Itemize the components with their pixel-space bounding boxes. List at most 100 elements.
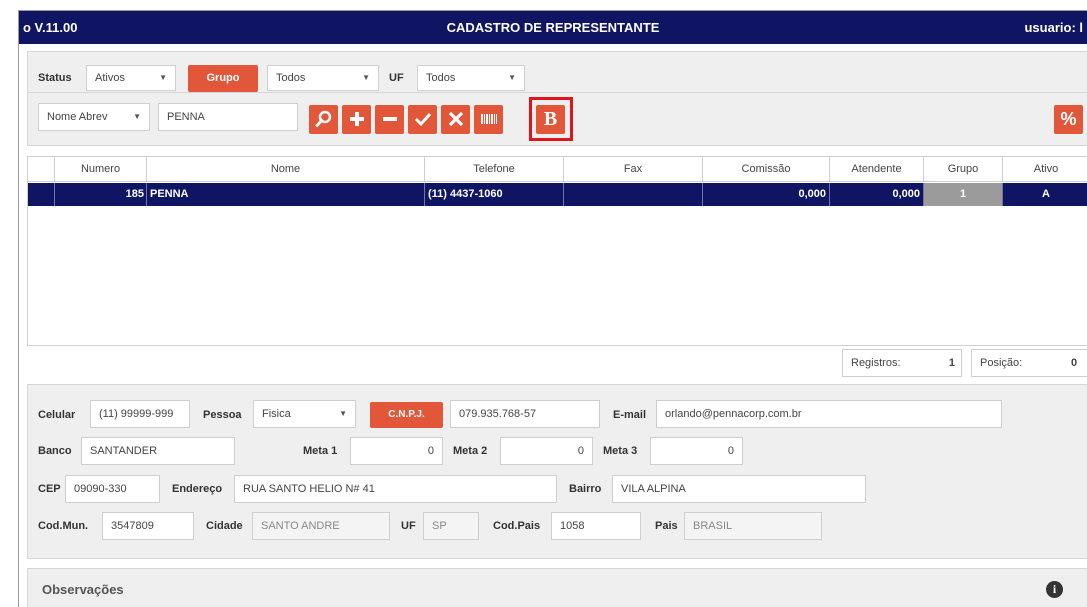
x-icon [448,111,463,127]
chevron-down-icon: ▼ [159,73,167,82]
column-header-grupo[interactable]: Grupo [924,157,1003,182]
status-label: Status [38,72,72,84]
representante-form: Celular (11) 99999-999 Pessoa Fisica ▼ C… [27,384,1087,559]
pessoa-label: Pessoa [203,409,242,421]
check-icon [414,112,431,127]
meta2-label: Meta 2 [453,445,488,457]
percent-button[interactable]: % [1054,105,1083,134]
banco-label: Banco [38,445,72,457]
barcode-icon [480,114,497,124]
meta3-label: Meta 3 [603,445,638,457]
pessoa-select[interactable]: Fisica ▼ [253,400,356,428]
chevron-down-icon: ▼ [133,112,141,121]
cell-nome: PENNA [147,183,425,206]
cell-telefone: (11) 4437-1060 [425,183,564,206]
observacoes-panel[interactable]: Observações i [27,568,1087,607]
bairro-field[interactable]: VILA ALPINA [612,475,866,503]
column-header-numero[interactable]: Numero [55,157,147,182]
search-field-value: Nome Abrev [47,111,108,123]
uf-label: UF [401,520,416,532]
minus-icon [382,117,397,121]
meta3-field[interactable]: 0 [650,437,743,465]
cell-fax [564,183,703,206]
representantes-table: Numero Nome Telefone Fax Comissão Atende… [27,156,1087,346]
cep-field[interactable]: 09090-330 [65,475,160,503]
codmun-label: Cod.Mun. [38,520,89,532]
cidade-label: Cidade [206,520,243,532]
cep-label: CEP [38,483,61,495]
celular-field[interactable]: (11) 99999-999 [90,400,190,428]
chevron-down-icon: ▼ [362,73,370,82]
column-header-selector [28,157,55,182]
pais-label: Pais [655,520,678,532]
uf-select[interactable]: Todos ▼ [417,65,525,91]
observacoes-title: Observações [42,582,124,597]
confirm-button[interactable] [408,105,437,134]
grupo-button-label: Grupo [206,72,240,84]
registros-box: Registros: 1 [842,349,962,377]
pais-field: BRASIL [684,512,822,540]
endereco-label: Endereço [172,483,223,495]
user-label: usuario: l [1024,20,1083,35]
chevron-down-icon: ▼ [339,409,347,418]
percent-icon: % [1060,109,1077,129]
uf-filter-label: UF [389,72,404,84]
codpais-label: Cod.Pais [493,520,541,532]
column-header-atendente[interactable]: Atendente [830,157,924,182]
cell-comissao: 0,000 [703,183,830,206]
chevron-down-icon: ▼ [508,73,516,82]
cnpj-button[interactable]: C.N.P.J. [370,402,443,428]
endereco-field[interactable]: RUA SANTO HELIO N# 41 [234,475,557,503]
bairro-label: Bairro [569,483,602,495]
posicao-box: Posição: 0 [971,349,1087,377]
row-selector [28,183,55,206]
codmun-field[interactable]: 3547809 [102,512,194,540]
uf-field: SP [423,512,479,540]
cnpj-field[interactable]: 079.935.768-57 [450,400,600,428]
cell-ativo: A [1042,188,1050,200]
cell-atendente: 0,000 [830,183,924,206]
cell-numero: 185 [55,183,147,206]
search-button[interactable] [309,105,338,134]
column-header-nome[interactable]: Nome [147,157,425,182]
celular-label: Celular [38,409,76,421]
page-title: CADASTRO DE REPRESENTANTE [446,20,660,35]
cidade-field: SANTO ANDRE [252,512,390,540]
info-icon-glyph: i [1052,582,1057,596]
cancel-button[interactable] [441,105,470,134]
pessoa-select-value: Fisica [262,408,291,420]
info-icon[interactable]: i [1046,581,1063,598]
search-field-select[interactable]: Nome Abrev ▼ [38,103,150,131]
app-window: o V.11.00 CADASTRO DE REPRESENTANTE usua… [18,10,1087,607]
search-input[interactable]: PENNA [158,103,298,131]
cnpj-button-label: C.N.P.J. [388,409,425,420]
column-header-telefone[interactable]: Telefone [425,157,564,182]
panel-divider [28,92,1087,93]
highlight-box [529,97,573,141]
plus-icon [349,112,364,126]
posicao-value: 0 [1071,357,1078,369]
column-header-comissao[interactable]: Comissão [703,157,830,182]
meta1-label: Meta 1 [303,445,338,457]
cell-grupo: 1 [924,183,1003,206]
barcode-button[interactable] [474,105,503,134]
column-header-ativo[interactable]: Ativo [1003,157,1087,182]
remove-button[interactable] [375,105,404,134]
meta2-field[interactable]: 0 [500,437,593,465]
grupo-select-value: Todos [276,72,306,84]
banco-field[interactable]: SANTANDER [81,437,235,465]
grupo-button[interactable]: Grupo [188,65,258,92]
table-header: Numero Nome Telefone Fax Comissão Atende… [28,157,1087,182]
meta1-field[interactable]: 0 [350,437,443,465]
table-row[interactable]: 185 PENNA (11) 4437-1060 0,000 0,000 1 A [28,183,1087,206]
codpais-field[interactable]: 1058 [551,512,641,540]
grupo-select[interactable]: Todos ▼ [267,65,379,91]
registros-label: Registros: [851,357,901,369]
column-header-fax[interactable]: Fax [564,157,703,182]
email-field[interactable]: orlando@pennacorp.com.br [656,400,1002,428]
email-label: E-mail [613,409,647,421]
uf-select-value: Todos [426,72,456,84]
title-bar: o V.11.00 CADASTRO DE REPRESENTANTE usua… [19,11,1087,44]
add-button[interactable] [342,105,371,134]
status-select[interactable]: Ativos ▼ [86,65,176,91]
